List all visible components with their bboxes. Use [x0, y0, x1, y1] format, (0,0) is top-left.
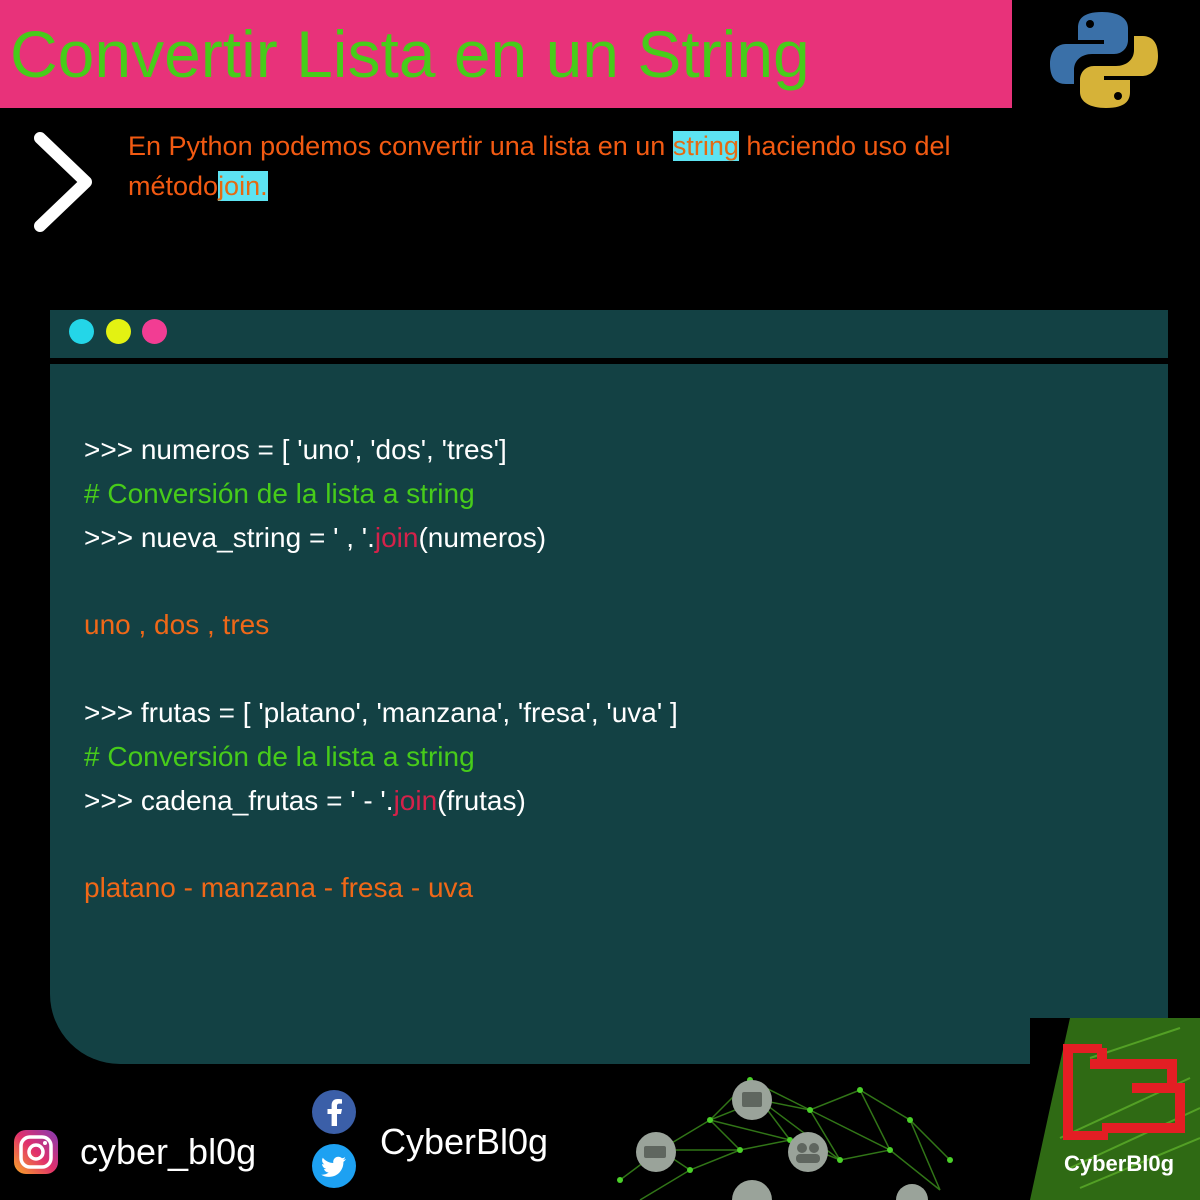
intro-text: En Python podemos convertir una lista en…: [128, 126, 1068, 206]
code-line-numeros: >>> numeros = [ 'uno', 'dos', 'tres']: [84, 434, 507, 465]
code-text: (frutas): [437, 785, 526, 816]
facebook-icon[interactable]: [312, 1090, 356, 1134]
code-line-nueva-string: >>> nueva_string = ' , '.join(numeros): [84, 520, 546, 556]
cyberblog-logo-icon: [1063, 1044, 1185, 1140]
code-text: >>> cadena_frutas = ' - '.: [84, 785, 394, 816]
instagram-handle[interactable]: cyber_bl0g: [80, 1130, 256, 1174]
code-keyword-join: join: [393, 785, 438, 816]
code-output-1: uno , dos , tres: [84, 609, 270, 640]
code-output-2: platano - manzana - fresa - uva: [84, 872, 474, 903]
instagram-icon[interactable]: [12, 1128, 60, 1176]
code-keyword-join: join: [374, 522, 419, 553]
window-titlebar: [50, 310, 1168, 358]
code-text: (numeros): [418, 522, 547, 553]
intro-before: En Python podemos convertir una lista en…: [128, 131, 673, 161]
page-title: Convertir Lista en un String: [10, 17, 810, 91]
intro-highlight-join: join.: [218, 171, 268, 201]
network-decoration: [617, 1077, 953, 1200]
intro-highlight-string: string: [672, 131, 739, 161]
chevron-right-icon: [34, 132, 92, 232]
window-dot-cyan: [69, 319, 94, 344]
code-line-frutas: >>> frutas = [ 'platano', 'manzana', 'fr…: [84, 697, 678, 728]
code-comment-2: # Conversión de la lista a string: [84, 741, 475, 772]
window-dot-yellow: [106, 319, 131, 344]
code-text: >>> nueva_string = ' , '.: [84, 522, 375, 553]
python-logo-icon: [1050, 12, 1158, 108]
facebook-twitter-name[interactable]: CyberBl0g: [380, 1120, 548, 1164]
window-dot-pink: [142, 319, 167, 344]
code-comment-1: # Conversión de la lista a string: [84, 478, 475, 509]
brand-name: CyberBl0g: [1064, 1151, 1175, 1176]
twitter-icon[interactable]: [312, 1144, 356, 1188]
code-line-cadena-frutas: >>> cadena_frutas = ' - '.join(frutas): [84, 783, 526, 819]
